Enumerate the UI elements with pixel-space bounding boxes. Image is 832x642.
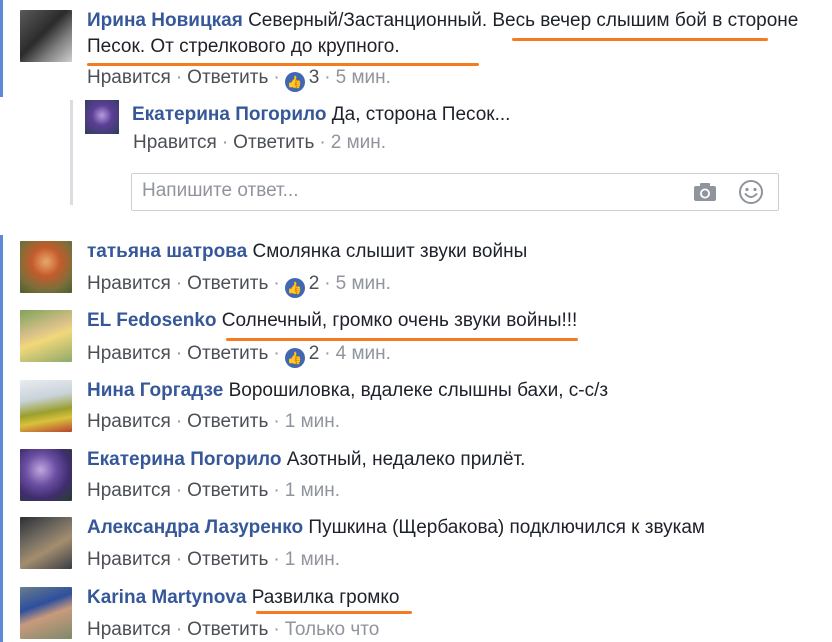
comment-body: Александра Лазуренко Пушкина (Щербакова)… (87, 515, 832, 541)
like-button[interactable]: Нравится (87, 549, 171, 570)
comment-body: Ирина Новицкая Северный/Застанционный. В… (87, 8, 832, 60)
emoji-icon[interactable] (738, 179, 764, 205)
comment-actions: Нравится · Ответить · 👍 2 · 5 мин. (87, 273, 391, 298)
comment-author[interactable]: EL Fedosenko (87, 310, 217, 331)
highlight-underline (87, 63, 479, 66)
reply-button[interactable]: Ответить (187, 549, 268, 570)
comment-author[interactable]: Александра Лазуренко (87, 517, 303, 538)
avatar[interactable] (20, 587, 72, 639)
reply-body: Екатерина Погорило Да, сторона Песок... (132, 102, 832, 128)
comment-text: Солнечный, громко очень звуки войны!!! (221, 310, 578, 331)
comment-author[interactable]: татьяна шатрова (87, 241, 247, 262)
reply-button[interactable]: Ответить (187, 67, 268, 88)
comment-text: Развилка громко (251, 587, 400, 608)
comment-author[interactable]: Karina Martynova (87, 587, 246, 608)
like-button[interactable]: Нравится (87, 480, 171, 501)
like-button[interactable]: Нравится (87, 619, 171, 640)
reply-button[interactable]: Ответить (187, 273, 268, 294)
avatar[interactable] (20, 449, 72, 501)
comment-author[interactable]: Нина Горгадзе (87, 380, 223, 401)
comment-body: Нина Горгадзе Ворошиловка, вдалеке слышн… (87, 378, 832, 404)
comment-actions: Нравится · Ответить · Только что (87, 619, 380, 640)
camera-icon[interactable] (692, 179, 718, 205)
like-button[interactable]: Нравится (87, 343, 171, 364)
reply-button[interactable]: Ответить (187, 480, 268, 501)
like-count[interactable]: 2 (309, 273, 320, 294)
comment-actions: Нравится · Ответить · 1 мин. (87, 549, 341, 570)
comment-time[interactable]: 5 мин. (336, 67, 391, 88)
reply-author[interactable]: Екатерина Погорило (132, 104, 326, 125)
reply-input[interactable] (142, 174, 682, 208)
comment-actions: Нравится · Ответить · 👍 3 · 5 мин. (87, 67, 391, 92)
comment-actions: Нравится · Ответить · 1 мин. (87, 480, 341, 501)
comment-actions: Нравится · Ответить · 👍 2 · 4 мин. (87, 343, 391, 368)
comment-text: Пушкина (Щербакова) подключился к звукам (308, 517, 705, 538)
like-button[interactable]: Нравится (87, 411, 171, 432)
avatar[interactable] (20, 10, 72, 62)
comment-author[interactable]: Екатерина Погорило (87, 449, 281, 470)
like-button[interactable]: Нравится (87, 273, 171, 294)
highlight-underline (512, 38, 768, 41)
thumbs-up-icon[interactable]: 👍 (284, 72, 305, 92)
avatar[interactable] (20, 380, 72, 432)
like-button[interactable]: Нравится (133, 132, 217, 153)
thumbs-up-icon[interactable]: 👍 (284, 348, 305, 368)
reply-button[interactable]: Ответить (187, 343, 268, 364)
comment-body: EL Fedosenko Солнечный, громко очень зву… (87, 308, 832, 334)
highlight-underline (226, 338, 578, 341)
comment-time[interactable]: 5 мин. (336, 273, 391, 294)
comment-time[interactable]: 1 мин. (285, 549, 340, 570)
avatar[interactable] (20, 310, 72, 362)
reply-time[interactable]: 2 мин. (331, 132, 386, 153)
reply-button[interactable]: Ответить (187, 619, 268, 640)
comment-body: татьяна шатрова Смолянка слышит звуки во… (87, 239, 832, 265)
reply-text: Да, сторона Песок... (331, 104, 511, 125)
comment-time[interactable]: 1 мин. (285, 480, 340, 501)
comment-time[interactable]: Только что (285, 619, 380, 640)
reply-thread-line (70, 100, 73, 205)
avatar[interactable] (20, 517, 72, 569)
thread-indicator (0, 235, 3, 642)
reply-actions: Нравится · Ответить · 2 мин. (133, 132, 387, 153)
comment-author[interactable]: Ирина Новицкая (87, 10, 243, 31)
comment-text: Смолянка слышит звуки войны (252, 241, 528, 262)
comment-text: Азотный, недалеко прилёт. (286, 449, 526, 470)
redaction-mark (80, 170, 122, 222)
comment-time[interactable]: 1 мин. (285, 411, 340, 432)
highlight-underline (256, 611, 412, 614)
thread-indicator (0, 0, 3, 97)
reply-button[interactable]: Ответить (233, 132, 314, 153)
like-count[interactable]: 2 (309, 343, 320, 364)
comment-body: Екатерина Погорило Азотный, недалеко при… (87, 447, 832, 473)
reply-composer[interactable] (131, 173, 779, 211)
comment-actions: Нравится · Ответить · 1 мин. (87, 411, 341, 432)
comment-body: Karina Martynova Развилка громко (87, 585, 832, 611)
like-count[interactable]: 3 (309, 67, 320, 88)
reply-button[interactable]: Ответить (187, 411, 268, 432)
comment-time[interactable]: 4 мин. (336, 343, 391, 364)
comment-text: Ворошиловка, вдалеке слышны бахи, с-с/з (228, 380, 609, 401)
avatar[interactable] (20, 241, 72, 293)
like-button[interactable]: Нравится (87, 67, 171, 88)
avatar[interactable] (85, 100, 119, 134)
thumbs-up-icon[interactable]: 👍 (284, 278, 305, 298)
